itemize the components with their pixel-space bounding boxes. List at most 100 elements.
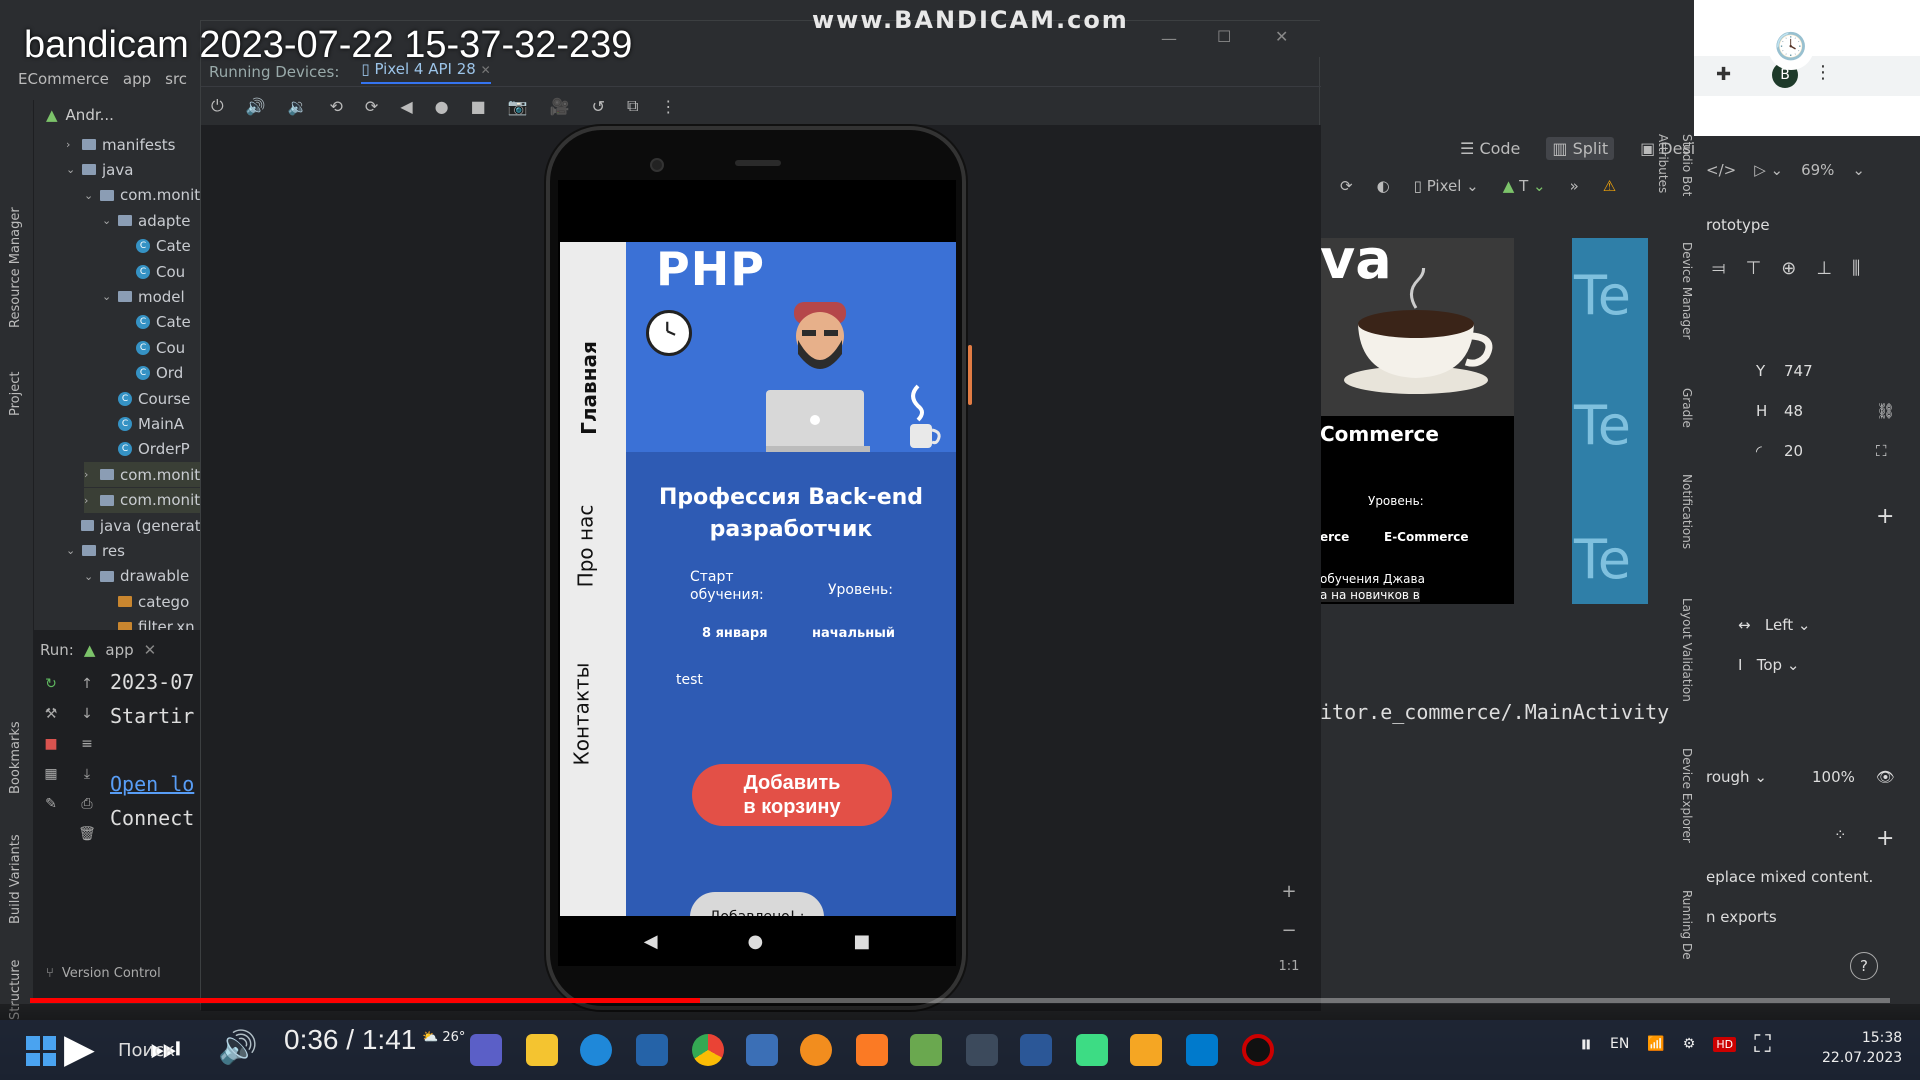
chrome-icon[interactable] — [692, 1034, 724, 1066]
night-mode-icon[interactable]: ◐ — [1377, 177, 1390, 195]
word-icon[interactable] — [1020, 1034, 1052, 1066]
chevron-icon[interactable]: ⌄ — [102, 290, 112, 303]
home-icon[interactable]: ● — [435, 97, 449, 116]
chevron-icon[interactable]: ⌄ — [66, 544, 76, 557]
store-icon[interactable] — [636, 1034, 668, 1066]
tree-item[interactable]: › com.monit — [84, 487, 200, 513]
wrench-icon[interactable]: ⚒ — [42, 705, 60, 723]
console-link[interactable]: Open lo — [110, 772, 200, 806]
align-left-icon[interactable]: ⫤ — [1712, 258, 1726, 279]
tree-item[interactable]: ⌄ java — [66, 157, 200, 182]
arrow-down-icon[interactable]: ↓ — [78, 705, 96, 723]
android-studio-icon[interactable] — [1076, 1034, 1108, 1066]
rerun-icon[interactable]: ↻ — [42, 675, 60, 693]
edge-icon[interactable] — [580, 1034, 612, 1066]
pause-icon[interactable]: ⏸ — [1580, 1030, 1592, 1058]
view-split-button[interactable]: ▥ Split — [1546, 136, 1615, 160]
align-bottom-icon[interactable]: ⊥ — [1816, 258, 1832, 279]
overview-icon[interactable]: ■ — [853, 931, 870, 952]
nav-contacts[interactable]: Контакты — [569, 663, 593, 766]
breadcrumb-item[interactable]: src — [165, 70, 187, 88]
breadcrumb-item[interactable]: ECommerce — [18, 70, 109, 88]
tree-item[interactable]: ⌄ res — [66, 538, 200, 563]
nav-home[interactable]: Главная — [577, 341, 601, 435]
file-explorer-icon[interactable] — [526, 1034, 558, 1066]
chevron-icon[interactable]: ⌄ — [102, 214, 112, 227]
tool-notifications[interactable]: Notifications — [1680, 474, 1694, 549]
volume-down-icon[interactable]: 🔉 — [288, 97, 308, 116]
theme-dropdown[interactable]: ▲ T ⌄ — [1503, 177, 1546, 195]
app-icon[interactable] — [746, 1034, 778, 1066]
tool-build-variants[interactable]: Build Variants — [8, 834, 23, 924]
help-icon[interactable]: ? — [1850, 952, 1878, 980]
align-vertical-dropdown[interactable]: I Top ⌄ — [1738, 656, 1799, 674]
tree-item[interactable]: java (generate — [66, 513, 200, 538]
tree-item[interactable]: › com.monit — [84, 462, 200, 488]
extensions-icon[interactable]: ✚ — [1716, 64, 1731, 85]
volume-icon[interactable]: 🔊 — [218, 1028, 258, 1066]
taskbar-clock[interactable]: 15:38 22.07.2023 — [1822, 1028, 1902, 1068]
fullscreen-icon[interactable]: ⛶ — [1876, 442, 1887, 460]
home-icon[interactable]: ● — [748, 931, 764, 952]
tree-item[interactable]: C Cate — [120, 234, 200, 259]
power-button[interactable] — [968, 345, 972, 405]
run-tab-app[interactable]: app — [105, 641, 133, 659]
align-center-icon[interactable]: ⊕ — [1781, 258, 1796, 279]
breadcrumb-item[interactable]: app — [123, 70, 151, 88]
close-icon[interactable]: ✕ — [144, 641, 157, 659]
device-dropdown[interactable]: ▯ Pixel ⌄ — [1414, 177, 1479, 195]
tree-item[interactable]: C Cou — [120, 335, 200, 360]
chevron-icon[interactable]: › — [84, 494, 94, 507]
tree-item[interactable]: ⌄ drawable — [84, 564, 200, 589]
view-code-button[interactable]: ☰ Code — [1460, 139, 1520, 158]
record-icon[interactable]: 🎥 — [550, 97, 570, 116]
zoom-out-icon[interactable]: − — [1281, 920, 1296, 941]
blend-mode-dropdown[interactable]: rough ⌄ — [1706, 768, 1767, 786]
back-icon[interactable]: ◀ — [400, 97, 412, 116]
version-control-tab[interactable]: Version Control — [62, 966, 161, 981]
tree-item[interactable]: C Cate — [120, 310, 200, 335]
tool-resource-manager[interactable]: Resource Manager — [8, 207, 23, 328]
eye-icon[interactable]: 👁 — [1876, 768, 1895, 786]
tool-device-manager[interactable]: Device Manager — [1680, 242, 1694, 339]
chevron-icon[interactable]: ⌄ — [66, 163, 76, 176]
app-icon[interactable] — [966, 1034, 998, 1066]
stop-icon[interactable]: ■ — [42, 735, 60, 753]
chevron-icon[interactable]: › — [66, 138, 76, 151]
scroll-end-icon[interactable]: ⤓ — [78, 765, 96, 783]
tree-item[interactable]: C Course — [102, 386, 200, 411]
grid-icon[interactable]: ⁘ — [1834, 826, 1847, 844]
tool-running-devices[interactable]: Running De — [1680, 890, 1694, 960]
soft-wrap-icon[interactable]: ≡ — [78, 735, 96, 753]
app-icon[interactable] — [1130, 1034, 1162, 1066]
screenshot-icon[interactable]: 📷 — [508, 97, 528, 116]
chevron-icon[interactable]: › — [84, 468, 94, 481]
bandicam-icon[interactable] — [1242, 1034, 1274, 1066]
zoom-value[interactable]: 69% — [1801, 161, 1834, 179]
app-icon[interactable] — [910, 1034, 942, 1066]
tool-project[interactable]: Project — [8, 372, 23, 416]
tree-item[interactable]: C OrderP — [102, 437, 200, 462]
tree-item[interactable]: C MainA — [102, 411, 200, 436]
settings-icon[interactable]: ⚙ — [1683, 1036, 1696, 1052]
chevron-icon[interactable]: ⌄ — [84, 570, 94, 583]
print-icon[interactable]: ⎙ — [78, 795, 96, 813]
pin-icon[interactable]: ✎ — [42, 795, 60, 813]
teams-icon[interactable] — [470, 1034, 502, 1066]
tree-item[interactable]: ⌄ com.monit — [84, 183, 200, 208]
more-vert-icon[interactable]: ⋮ — [660, 97, 676, 116]
rotate-right-icon[interactable]: ⟳ — [365, 97, 378, 116]
distribute-icon[interactable]: ⫼ — [1852, 258, 1860, 279]
close-icon[interactable]: ✕ — [1275, 27, 1288, 46]
zoom-in-icon[interactable]: + — [1281, 881, 1296, 902]
tool-layout-validation[interactable]: Layout Validation — [1680, 598, 1694, 702]
play-icon[interactable]: ▷ ⌄ — [1754, 161, 1783, 179]
snapshot-icon[interactable]: ↺ — [592, 97, 605, 116]
nav-about[interactable]: Про нас — [573, 505, 597, 588]
play-icon[interactable]: ▶ — [64, 1026, 95, 1072]
share-icon[interactable]: ➦ — [1844, 24, 1878, 70]
windows-start-icon[interactable] — [26, 1036, 56, 1066]
tree-item[interactable]: C Cou — [120, 259, 200, 284]
maximize-icon[interactable]: ☐ — [1217, 27, 1231, 46]
add-to-cart-button[interactable]: Добавить в корзину — [692, 764, 892, 826]
